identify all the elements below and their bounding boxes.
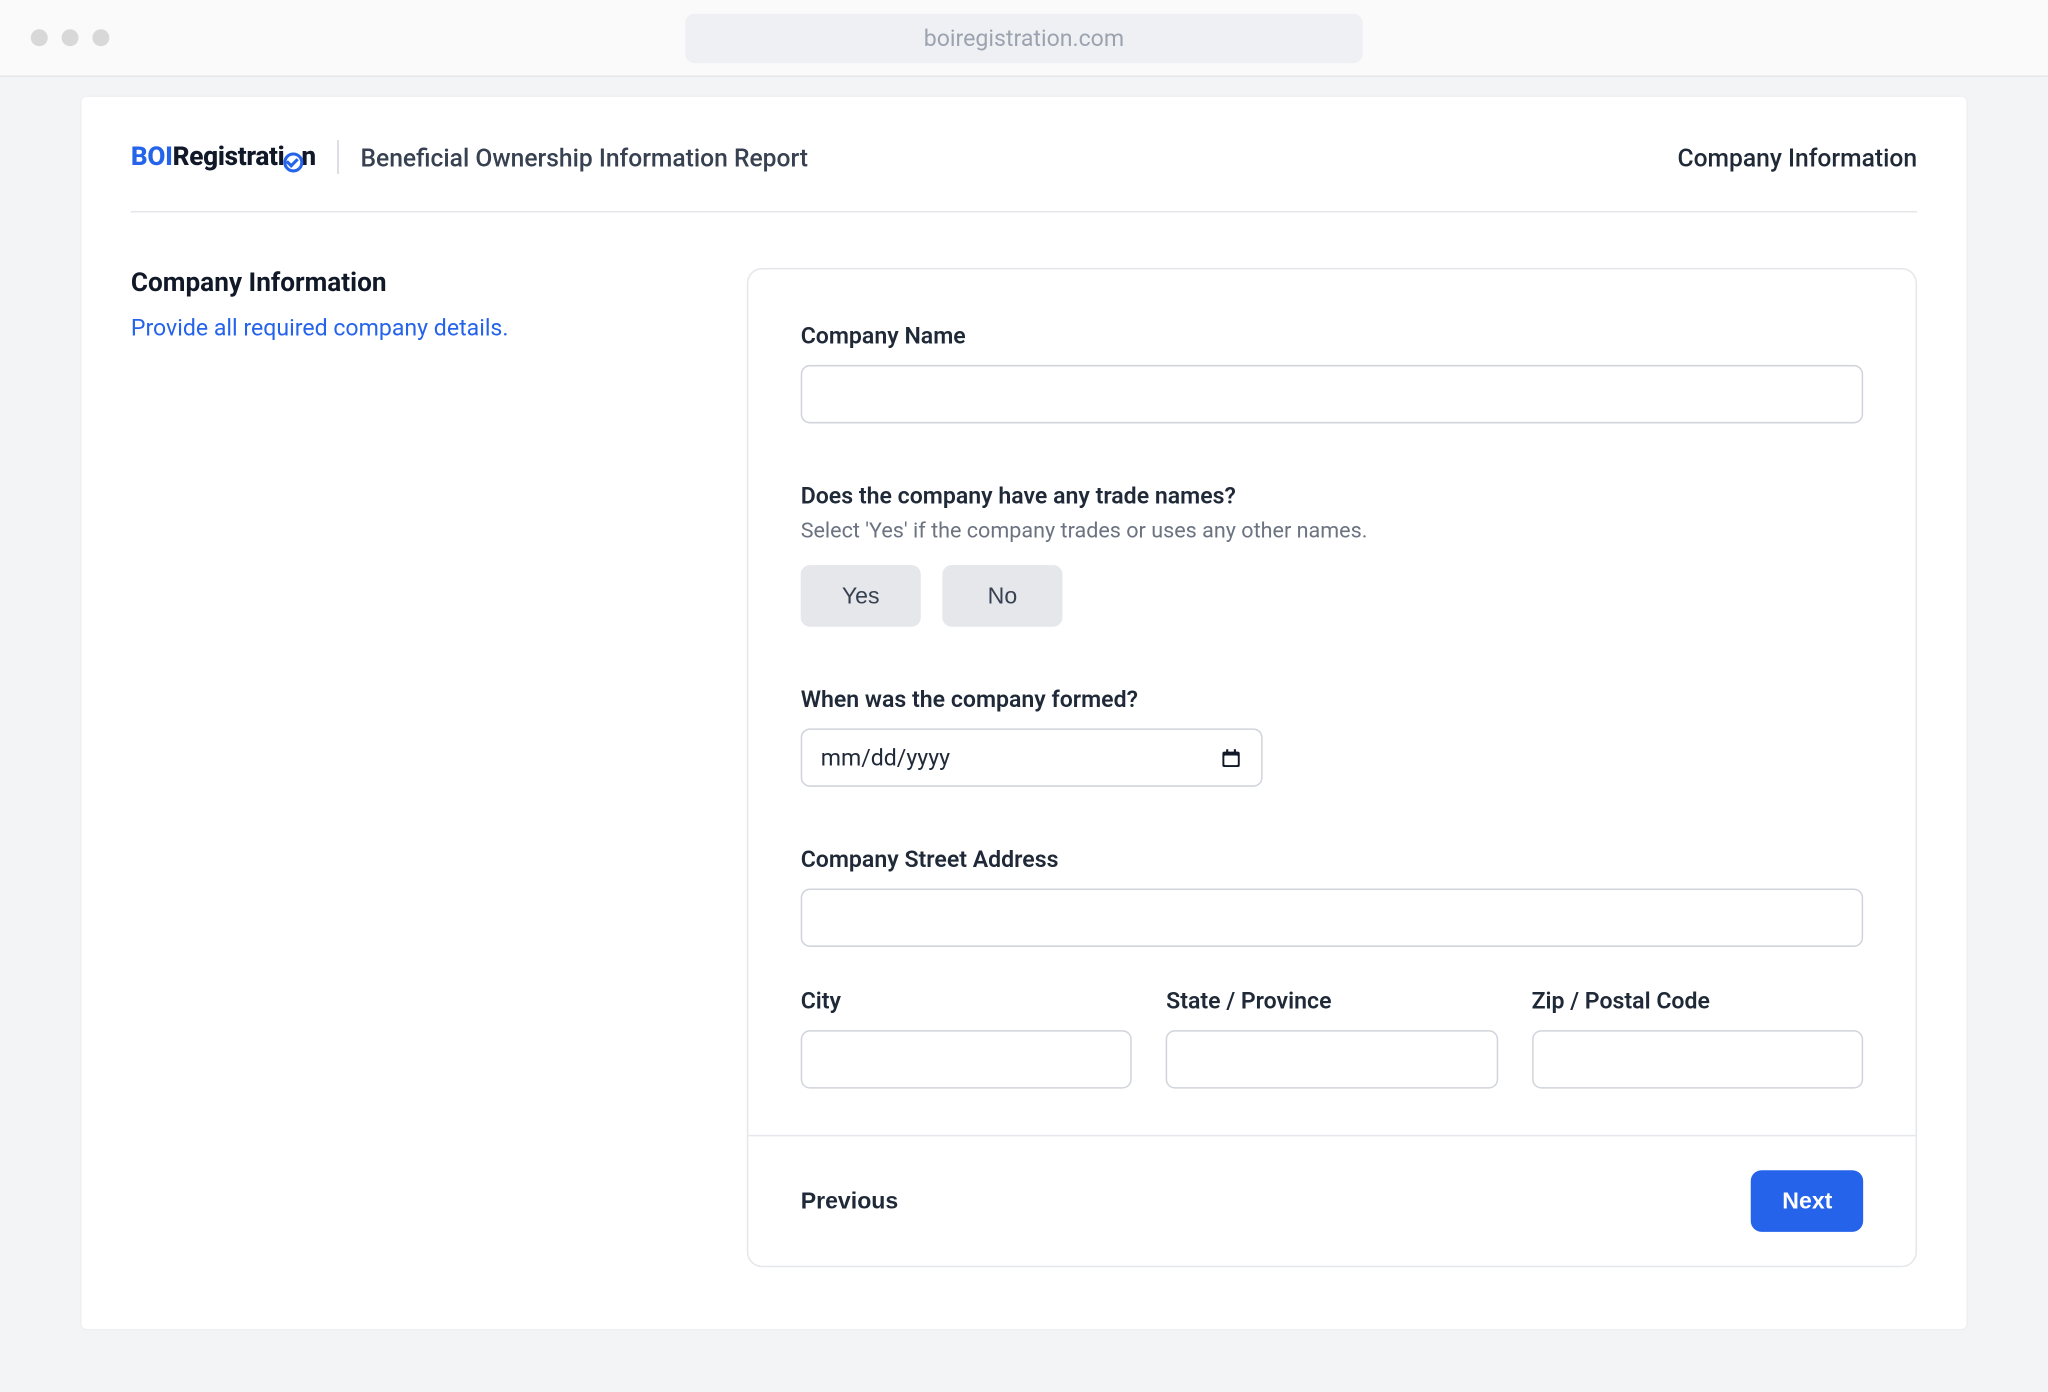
page-indicator: Company Information <box>1677 142 1917 171</box>
trade-names-label: Does the company have any trade names? <box>801 482 1863 510</box>
top-bar: BOIRegistrati n Beneficial Ownership Info… <box>131 140 1917 212</box>
street-address-label: Company Street Address <box>801 845 1863 873</box>
calendar-icon <box>1220 746 1243 769</box>
form-card: Company Name Does the company have any t… <box>747 268 1917 1267</box>
check-circle-icon <box>283 152 303 172</box>
trade-names-no-button[interactable]: No <box>942 565 1062 627</box>
trade-names-yes-button[interactable]: Yes <box>801 565 921 627</box>
logo: BOIRegistrati n <box>131 142 316 173</box>
browser-chrome: boiregistration.com <box>0 0 2048 77</box>
state-label: State / Province <box>1166 987 1498 1015</box>
url-text: boiregistration.com <box>924 24 1124 52</box>
trade-names-hint: Select 'Yes' if the company trades or us… <box>801 519 1863 544</box>
url-bar[interactable]: boiregistration.com <box>685 13 1363 62</box>
window-maximize-icon[interactable] <box>92 29 109 46</box>
next-button[interactable]: Next <box>1751 1170 1863 1232</box>
sidebar: Company Information Provide all required… <box>131 268 685 1267</box>
logo-suffix-post: n <box>301 142 315 173</box>
previous-button[interactable]: Previous <box>801 1188 899 1214</box>
date-placeholder: mm/dd/yyyy <box>821 744 950 772</box>
city-input[interactable] <box>801 1030 1133 1089</box>
company-name-input[interactable] <box>801 365 1863 424</box>
page-card: BOIRegistrati n Beneficial Ownership Info… <box>80 95 1968 1330</box>
window-controls <box>31 29 110 46</box>
zip-input[interactable] <box>1532 1030 1864 1089</box>
company-name-label: Company Name <box>801 322 1863 350</box>
state-input[interactable] <box>1166 1030 1498 1089</box>
date-formed-label: When was the company formed? <box>801 685 1863 713</box>
section-subtitle: Provide all required company details. <box>131 314 685 342</box>
logo-prefix: BOI <box>131 142 173 173</box>
street-address-input[interactable] <box>801 888 1863 947</box>
report-title: Beneficial Ownership Information Report <box>360 142 808 171</box>
section-title: Company Information <box>131 268 685 299</box>
logo-suffix-pre: Registrati <box>173 142 285 173</box>
window-close-icon[interactable] <box>31 29 48 46</box>
zip-label: Zip / Postal Code <box>1532 987 1864 1015</box>
date-formed-input[interactable]: mm/dd/yyyy <box>801 728 1263 787</box>
city-label: City <box>801 987 1133 1015</box>
form-footer: Previous Next <box>748 1135 1915 1266</box>
vertical-divider <box>337 140 339 174</box>
window-minimize-icon[interactable] <box>62 29 79 46</box>
